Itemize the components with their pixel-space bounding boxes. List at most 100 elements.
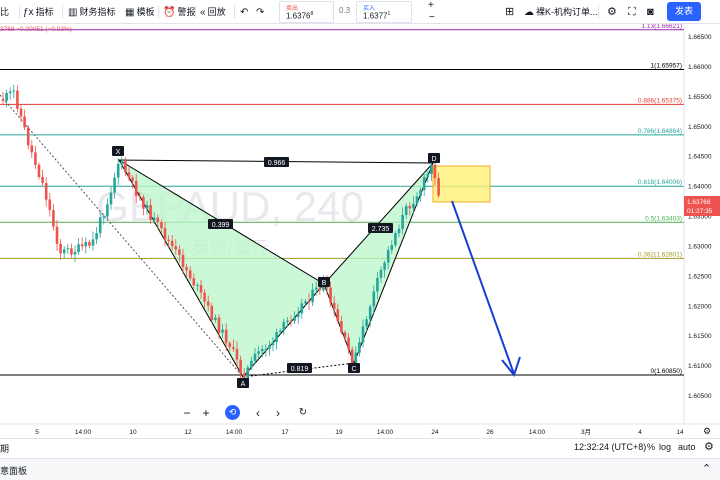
gear-icon[interactable]: ⚙ [607,0,617,24]
candle-body [55,226,59,244]
price-tick-label: 1.63000 [688,243,712,250]
svg-text:D: D [431,156,436,163]
fib-level-label: 1.13(1.66621) [642,24,682,30]
panel-tab[interactable]: 意面板 [0,464,27,477]
prz-box[interactable] [432,165,491,203]
candle-body [250,360,253,368]
layout-grid-icon[interactable]: ⊞ [505,0,514,24]
candle-body [30,145,34,153]
candle-body [289,320,293,322]
candle-body [70,248,73,255]
pattern-point-d[interactable]: D [428,153,440,163]
svg-text:0.399: 0.399 [212,222,230,229]
time-axis-settings-icon[interactable]: ⚙ [703,426,711,436]
candle-body [224,329,228,344]
redo-icon: ↷ [256,7,265,18]
candle-body [358,342,361,353]
candle-body [268,345,271,349]
time-tick-label: 14:00 [75,429,92,436]
scroll-right-button[interactable]: › [271,405,285,421]
candle-body [239,359,242,374]
svg-text:2.735: 2.735 [372,226,390,233]
candle-body [188,270,192,279]
candle-body [41,177,44,184]
candle-body [271,342,275,346]
candle-body [217,317,221,333]
candle-body [253,353,257,361]
candle-body [12,90,16,92]
settings-gear-icon[interactable]: ⚙ [704,440,714,453]
candle-body [282,321,286,331]
templates-button[interactable]: ▦ 模板 [125,0,154,24]
camera-icon[interactable]: ◙ [647,0,654,24]
svg-text:1.63768: 1.63768 [687,199,711,206]
chart-area[interactable]: GBPAUD, 240 英镑/澳元 3768 −0.00051 (−0.03%)… [0,23,720,454]
redo-button[interactable]: ↷ [256,0,266,24]
auto-toggle[interactable]: auto [678,442,696,452]
sell-button[interactable]: 卖出 1.63768 [279,1,334,23]
projection-arrow-line[interactable] [451,200,515,375]
layout-name[interactable]: ☁ 裸K-机构订单... [524,0,598,24]
undo-button[interactable]: ↶ [240,0,250,24]
candle-body [170,240,174,247]
zoom-in-button[interactable]: + [199,405,213,421]
candle-body [145,205,149,209]
financials-button[interactable]: ▥ 财务指标 [68,0,115,24]
candle-body [264,348,268,350]
refresh-icon[interactable]: ↻ [296,405,310,421]
log-toggle[interactable]: log [659,442,671,452]
fullscreen-icon[interactable]: ⛶ [628,0,636,24]
pattern-point-x[interactable]: X [112,146,124,156]
ratio-xd-label: 0.966 [264,157,289,167]
date-range-button[interactable]: 期 [0,442,9,455]
indicators-button[interactable]: ƒx 指标 [23,0,54,24]
candle-body [16,90,19,109]
time-tick-label: 10 [129,429,137,436]
undo-icon: ↶ [240,7,249,18]
publish-button[interactable]: 发表 [667,2,701,21]
candle-body [44,183,48,200]
templates-icon: ▦ [125,7,135,18]
price-tick-label: 1.65500 [688,94,712,101]
candle-body [228,343,232,348]
buy-button[interactable]: 买入 1.63771 [356,1,412,23]
pattern-point-a[interactable]: A [237,378,249,388]
collapse-panel-icon[interactable]: ⌃ [702,462,711,475]
zoom-out-button[interactable]: − [180,405,194,421]
candle-body [340,321,343,333]
candle-body [336,309,340,322]
candle-body [354,352,358,364]
candle-body [401,215,404,229]
alert-button[interactable]: ⏰ 警报 [163,0,195,24]
candle-body [160,222,163,229]
price-tick-label: 1.60500 [688,393,712,400]
clock-timezone[interactable]: 12:32:24 (UTC+8) [574,442,646,452]
price-tick-label: 1.66500 [688,34,712,41]
candle-body [260,348,264,352]
candle-body [8,91,12,93]
reset-chart-button[interactable]: ⟲ [225,405,240,420]
candle-body [408,206,412,209]
divider [19,5,20,19]
price-chart[interactable]: GBPAUD, 240 英镑/澳元 3768 −0.00051 (−0.03%)… [0,23,720,438]
replay-button[interactable]: «回放 [200,0,226,24]
scroll-left-button[interactable]: ‹ [251,405,265,421]
candle-body [134,180,138,196]
time-tick-label: 14:00 [226,429,243,436]
spread-value: 0.3 [339,6,351,15]
percent-toggle[interactable]: % [647,442,655,452]
candle-body [62,249,66,254]
candle-body [127,172,131,178]
candle-body [19,108,23,117]
time-axis-ticks: 5 14:00 10 12 14:00 17 19 14:00 24 26 14:00 3月 4 14 [35,428,684,436]
candle-body [419,189,422,197]
time-tick-label: 24 [431,429,439,436]
candle-body [156,217,160,223]
candle-body [286,320,289,322]
compare-button[interactable]: 比 [0,0,9,24]
svg-text:01:27:35: 01:27:35 [687,208,713,215]
candle-body [66,248,70,250]
candle-body [206,301,210,306]
pattern-point-c[interactable]: C [348,363,360,373]
pattern-point-b[interactable]: B [318,277,330,287]
